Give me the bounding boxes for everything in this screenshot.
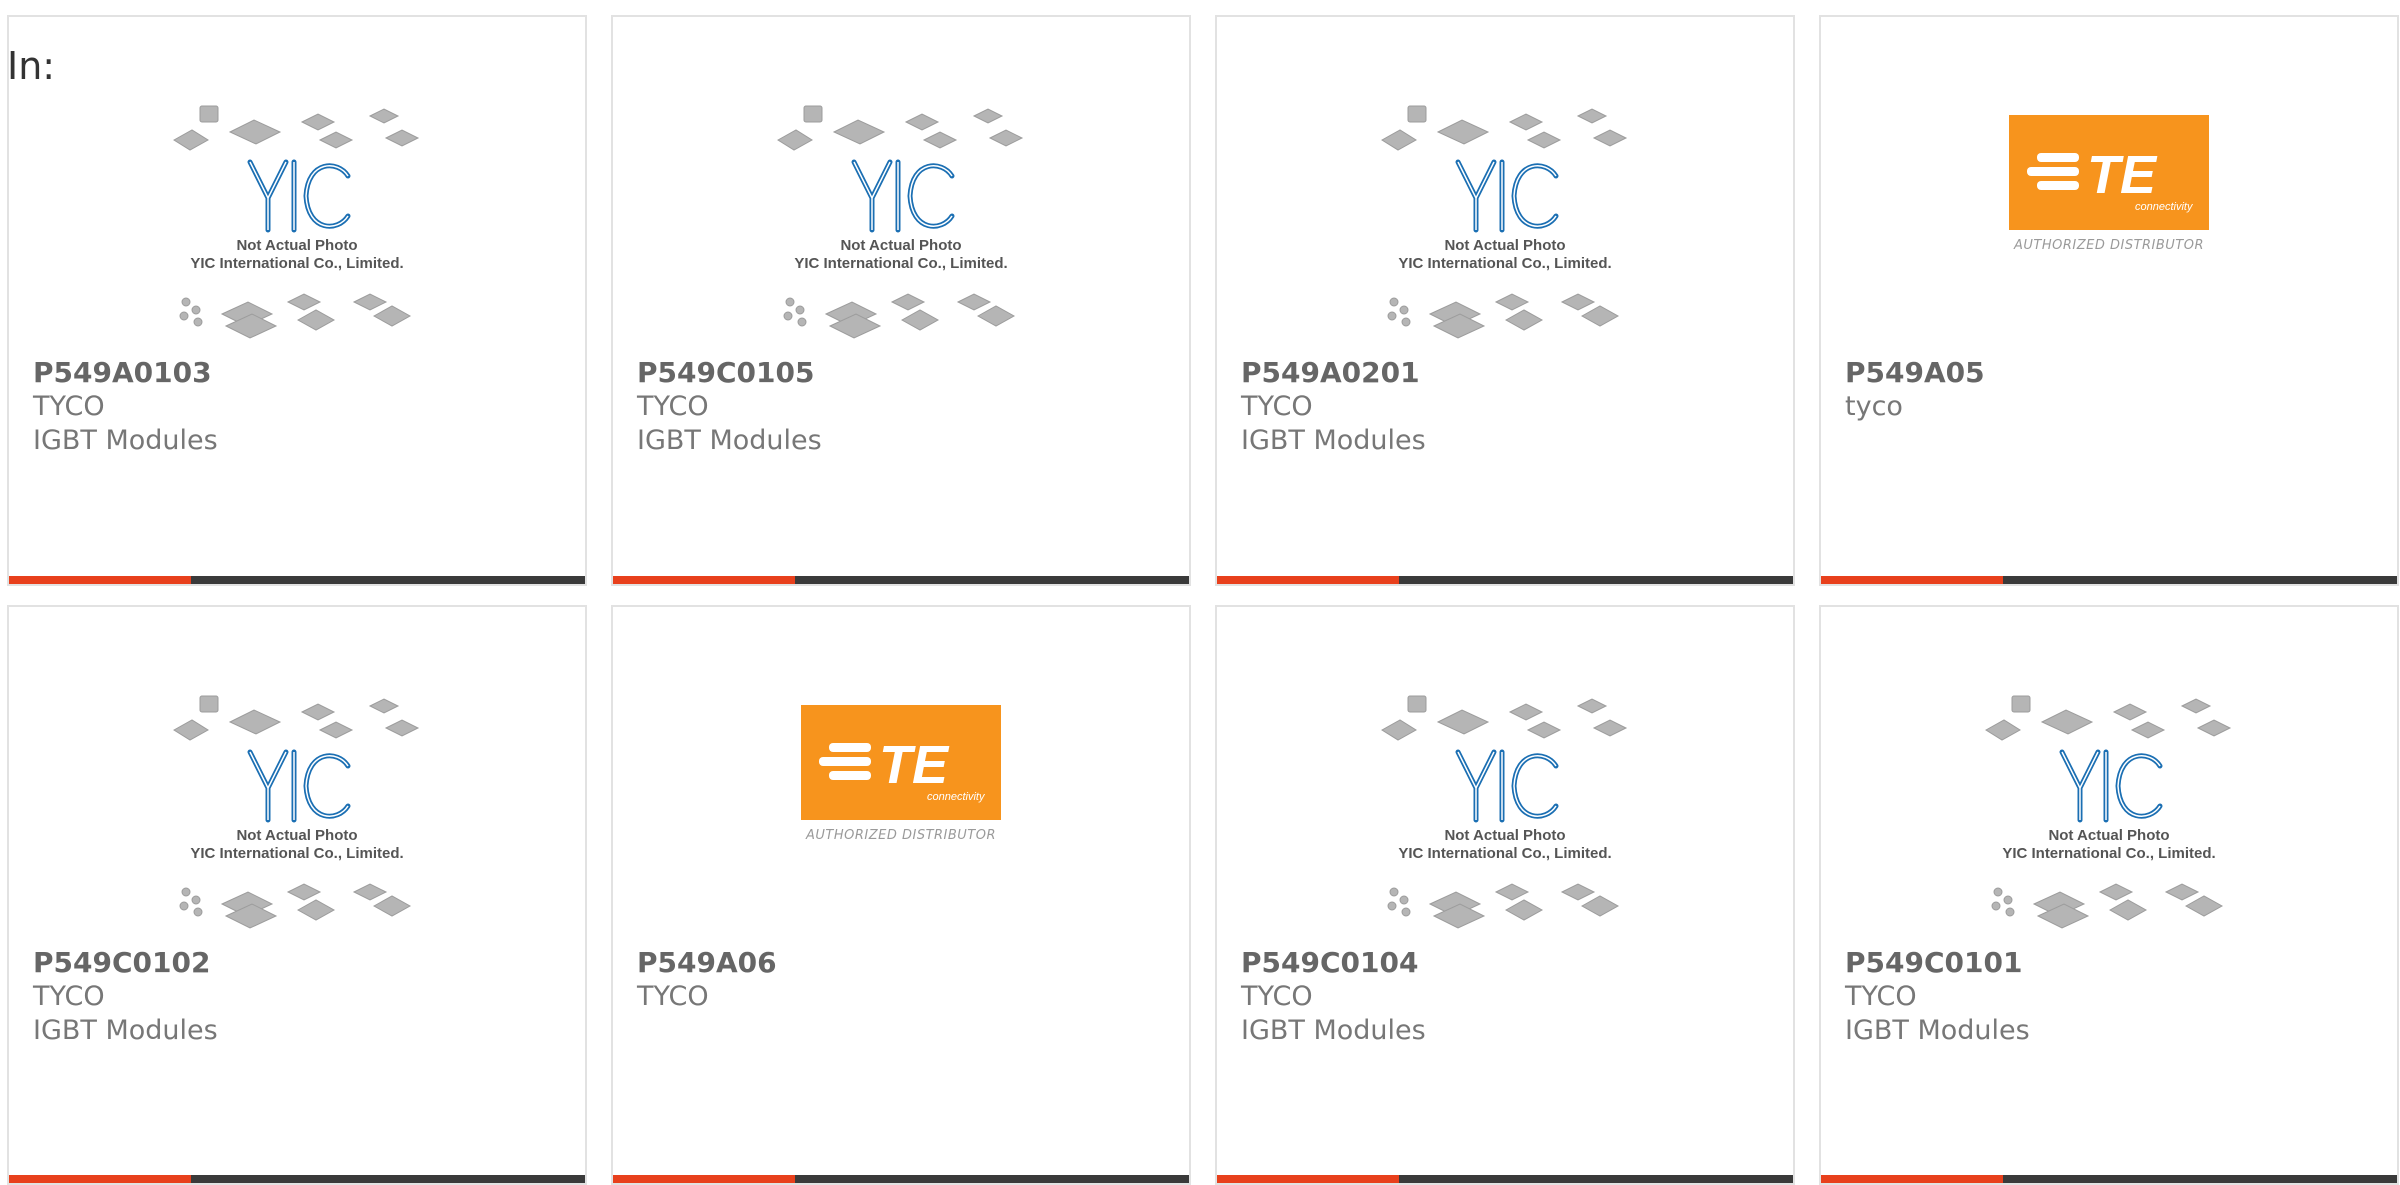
placeholder-line2: YIC International Co., Limited.	[1398, 255, 1611, 272]
manufacturer-name: TYCO	[1241, 391, 1313, 422]
card-accent-segment	[613, 576, 795, 584]
not-actual-photo-image: Not Actual Photo YIC International Co., …	[777, 105, 1024, 339]
product-category: IGBT Modules	[33, 425, 218, 456]
placeholder-line1: Not Actual Photo	[1444, 237, 1565, 254]
te-word: TE	[879, 735, 950, 795]
manufacturer-name: tyco	[1845, 391, 1903, 422]
te-sub: connectivity	[2135, 201, 2194, 213]
product-meta: P549C0105 TYCO IGBT Modules	[637, 356, 822, 458]
product-meta: P549C0102 TYCO IGBT Modules	[33, 946, 218, 1048]
manufacturer-name: TYCO	[637, 981, 709, 1012]
placeholder-line1: Not Actual Photo	[236, 237, 357, 254]
card-accent-bar	[613, 1175, 1189, 1183]
product-card[interactable]: Not Actual Photo YIC International Co., …	[7, 605, 587, 1185]
te-word: TE	[2087, 145, 2158, 205]
product-thumbnail[interactable]: Not Actual Photo YIC International Co., …	[613, 102, 1189, 367]
product-thumbnail[interactable]: Not Actual Photo YIC International Co., …	[1821, 692, 2397, 957]
te-connectivity-logo: TE connectivity AUTHORIZED DISTRIBUTOR	[801, 705, 1001, 845]
manufacturer-name: TYCO	[637, 391, 709, 422]
part-number-link[interactable]: P549A06	[637, 946, 777, 980]
part-number-link[interactable]: P549C0105	[637, 356, 822, 390]
manufacturer-name: TYCO	[1241, 981, 1313, 1012]
card-accent-bar	[1821, 576, 2397, 584]
product-meta: P549A0201 TYCO IGBT Modules	[1241, 356, 1426, 458]
placeholder-line2: YIC International Co., Limited.	[190, 255, 403, 272]
product-category: IGBT Modules	[1241, 1015, 1426, 1046]
placeholder-line2: YIC International Co., Limited.	[190, 845, 403, 862]
card-accent-segment	[9, 576, 191, 584]
part-number-link[interactable]: P549A05	[1845, 356, 1985, 390]
part-number-link[interactable]: P549C0104	[1241, 946, 1426, 980]
product-thumbnail[interactable]: TE connectivity AUTHORIZED DISTRIBUTOR	[1821, 102, 2397, 367]
placeholder-line1: Not Actual Photo	[1444, 827, 1565, 844]
not-actual-photo-image: Not Actual Photo YIC International Co., …	[173, 695, 420, 929]
te-sub: connectivity	[927, 791, 986, 803]
card-accent-segment	[1821, 1175, 2003, 1183]
part-number-link[interactable]: P549C0102	[33, 946, 218, 980]
placeholder-line1: Not Actual Photo	[840, 237, 961, 254]
card-accent-segment	[613, 1175, 795, 1183]
product-category: IGBT Modules	[1845, 1015, 2030, 1046]
card-accent-segment	[1217, 1175, 1399, 1183]
manufacturer-name: TYCO	[1845, 981, 1917, 1012]
placeholder-line1: Not Actual Photo	[2048, 827, 2169, 844]
manufacturer-name: TYCO	[33, 981, 105, 1012]
product-card[interactable]: Not Actual Photo YIC International Co., …	[611, 15, 1191, 586]
placeholder-line2: YIC International Co., Limited.	[1398, 845, 1611, 862]
product-thumbnail[interactable]: Not Actual Photo YIC International Co., …	[9, 692, 585, 957]
card-accent-segment	[9, 1175, 191, 1183]
card-accent-bar	[613, 576, 1189, 584]
not-actual-photo-image: Not Actual Photo YIC International Co., …	[1381, 695, 1628, 929]
card-accent-bar	[1821, 1175, 2397, 1183]
card-accent-bar	[1217, 576, 1793, 584]
product-meta: P549A0103 TYCO IGBT Modules	[33, 356, 218, 458]
product-card[interactable]: Not Actual Photo YIC International Co., …	[7, 15, 587, 586]
product-meta: P549A06 TYCO	[637, 946, 777, 1014]
product-category: IGBT Modules	[1241, 425, 1426, 456]
authorized-distributor-caption: AUTHORIZED DISTRIBUTOR	[2013, 238, 2205, 253]
product-card[interactable]: Not Actual Photo YIC International Co., …	[1215, 605, 1795, 1185]
placeholder-line2: YIC International Co., Limited.	[794, 255, 1007, 272]
placeholder-line1: Not Actual Photo	[236, 827, 357, 844]
product-thumbnail[interactable]: Not Actual Photo YIC International Co., …	[1217, 692, 1793, 957]
product-thumbnail[interactable]: TE connectivity AUTHORIZED DISTRIBUTOR	[613, 692, 1189, 957]
placeholder-line2: YIC International Co., Limited.	[2002, 845, 2215, 862]
card-accent-bar	[9, 576, 585, 584]
product-meta: P549C0101 TYCO IGBT Modules	[1845, 946, 2030, 1048]
product-card[interactable]: Not Actual Photo YIC International Co., …	[1819, 605, 2399, 1185]
card-accent-segment	[1821, 576, 2003, 584]
part-number-link[interactable]: P549A0201	[1241, 356, 1426, 390]
filter-in-label: In:	[7, 44, 56, 88]
not-actual-photo-image: Not Actual Photo YIC International Co., …	[1985, 695, 2232, 929]
part-number-link[interactable]: P549A0103	[33, 356, 218, 390]
product-meta: P549C0104 TYCO IGBT Modules	[1241, 946, 1426, 1048]
product-thumbnail[interactable]: Not Actual Photo YIC International Co., …	[1217, 102, 1793, 367]
product-category: IGBT Modules	[637, 425, 822, 456]
part-number-link[interactable]: P549C0101	[1845, 946, 2030, 980]
product-card[interactable]: TE connectivity AUTHORIZED DISTRIBUTOR P…	[1819, 15, 2399, 586]
product-meta: P549A05 tyco	[1845, 356, 1985, 424]
product-card[interactable]: Not Actual Photo YIC International Co., …	[1215, 15, 1795, 586]
product-category: IGBT Modules	[33, 1015, 218, 1046]
card-accent-segment	[1217, 576, 1399, 584]
te-connectivity-logo: TE connectivity AUTHORIZED DISTRIBUTOR	[2009, 115, 2209, 255]
not-actual-photo-image: Not Actual Photo YIC International Co., …	[1381, 105, 1628, 339]
card-accent-bar	[1217, 1175, 1793, 1183]
manufacturer-name: TYCO	[33, 391, 105, 422]
product-thumbnail[interactable]: Not Actual Photo YIC International Co., …	[9, 102, 585, 367]
product-card[interactable]: TE connectivity AUTHORIZED DISTRIBUTOR P…	[611, 605, 1191, 1185]
authorized-distributor-caption: AUTHORIZED DISTRIBUTOR	[805, 828, 997, 843]
not-actual-photo-image: Not Actual Photo YIC International Co., …	[173, 105, 420, 339]
card-accent-bar	[9, 1175, 585, 1183]
